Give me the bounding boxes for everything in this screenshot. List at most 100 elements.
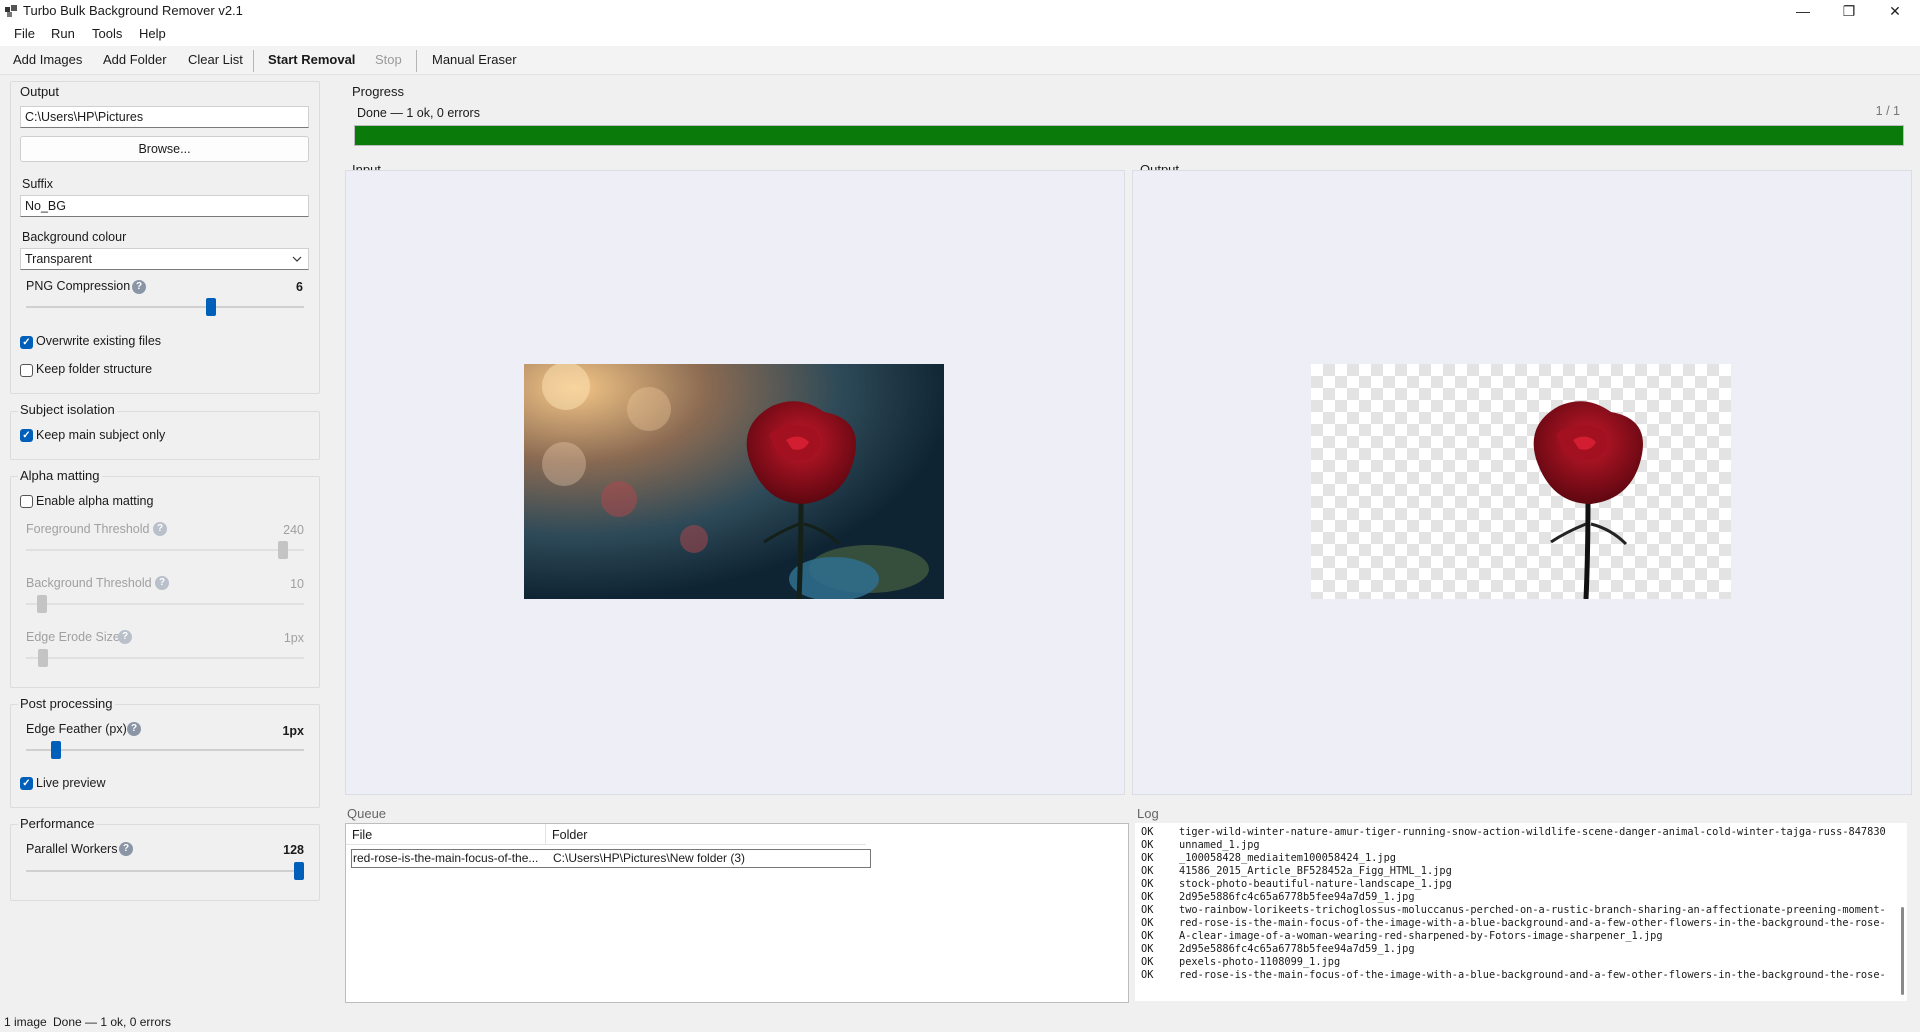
help-icon[interactable]: ? — [119, 842, 133, 856]
add-images-button[interactable]: Add Images — [13, 52, 82, 67]
log-entry-status: OK — [1141, 969, 1154, 981]
keep-main-subject-checkbox[interactable]: ✓ — [20, 429, 33, 442]
parallel-workers-slider[interactable] — [294, 862, 304, 880]
progress-label: Progress — [352, 84, 405, 99]
edge-erode-slider[interactable] — [38, 649, 48, 667]
alpha-matting-label: Alpha matting — [18, 468, 102, 483]
help-icon[interactable]: ? — [155, 576, 169, 590]
edge-erode-label: Edge Erode Size — [26, 630, 120, 644]
enable-alpha-label: Enable alpha matting — [36, 494, 154, 508]
log-entry-status: OK — [1141, 839, 1154, 851]
toolbar-separator — [416, 50, 417, 72]
help-icon[interactable]: ? — [153, 522, 167, 536]
log-entry-file: unnamed_1.jpg — [1179, 839, 1260, 851]
output-path-input[interactable]: C:\Users\HP\Pictures — [20, 106, 309, 128]
png-compression-slider[interactable] — [205, 298, 216, 316]
queue-column-folder[interactable]: Folder — [552, 828, 587, 842]
bg-colour-select[interactable]: Transparent — [20, 248, 309, 270]
table-row[interactable]: red-rose-is-the-main-focus-of-the... C:\… — [351, 849, 871, 868]
minimize-button[interactable]: — — [1780, 0, 1826, 22]
queue-header: File Folder — [346, 824, 866, 845]
edge-feather-track[interactable] — [26, 749, 304, 751]
help-icon[interactable]: ? — [132, 280, 146, 294]
close-button[interactable]: ✕ — [1872, 0, 1918, 22]
clear-list-button[interactable]: Clear List — [188, 52, 243, 67]
log-panel[interactable]: OK tiger-wild-winter-nature-amur-tiger-ru… — [1135, 823, 1907, 1001]
performance-label: Performance — [18, 816, 97, 831]
stop-button[interactable]: Stop — [375, 52, 402, 67]
log-entry: OK unnamed_1.jpg — [1141, 839, 1886, 852]
output-group-label: Output — [20, 84, 60, 99]
suffix-input[interactable]: No_BG — [20, 195, 309, 217]
menu-run[interactable]: Run — [51, 26, 75, 41]
input-image — [524, 364, 944, 599]
keep-folder-checkbox[interactable] — [20, 364, 33, 377]
log-entry-file: A-clear-image-of-a-woman-wearing-red-sha… — [1179, 930, 1663, 942]
parallel-workers-value: 128 — [283, 843, 304, 857]
edge-erode-value: 1px — [283, 631, 304, 645]
menu-file[interactable]: File — [14, 26, 35, 41]
close-icon: ✕ — [1889, 2, 1901, 19]
edge-erode-track[interactable] — [26, 657, 304, 659]
post-processing-label: Post processing — [18, 696, 115, 711]
overwrite-checkbox[interactable]: ✓ — [20, 336, 33, 349]
manual-eraser-button[interactable]: Manual Eraser — [432, 52, 517, 67]
output-image — [1533, 401, 1643, 599]
enable-alpha-checkbox[interactable] — [20, 495, 33, 508]
bg-threshold-slider[interactable] — [36, 595, 47, 613]
edge-feather-label: Edge Feather (px) — [26, 722, 127, 736]
log-entry: OK two-rainbow-lorikeets-trichoglossus-mo… — [1141, 904, 1886, 917]
bg-threshold-label: Background Threshold — [26, 576, 152, 590]
log-entry-status: OK — [1141, 956, 1154, 968]
chevron-down-icon — [292, 256, 302, 262]
start-removal-button[interactable]: Start Removal — [268, 52, 355, 67]
log-entry-status: OK — [1141, 930, 1154, 942]
progress-status: Done — 1 ok, 0 errors — [357, 106, 480, 120]
status-message: Done — 1 ok, 0 errors — [53, 1015, 172, 1029]
log-scrollbar[interactable] — [1901, 907, 1904, 995]
log-entry: OK red-rose-is-the-main-focus-of-the-imag… — [1141, 917, 1886, 930]
live-preview-checkbox[interactable]: ✓ — [20, 777, 33, 790]
edge-feather-slider[interactable] — [50, 741, 61, 759]
add-folder-button[interactable]: Add Folder — [103, 52, 167, 67]
queue-table[interactable]: File Folder red-rose-is-the-main-focus-o… — [345, 823, 1129, 1003]
log-entry: OK 41586_2015_Article_BF528452a_Figg_HTML… — [1141, 865, 1886, 878]
menu-help[interactable]: Help — [139, 26, 166, 41]
log-entry-status: OK — [1141, 852, 1154, 864]
fg-threshold-track[interactable] — [26, 549, 304, 551]
png-compression-track[interactable] — [26, 306, 304, 308]
help-icon[interactable]: ? — [118, 630, 132, 644]
subject-isolation-label: Subject isolation — [18, 402, 117, 417]
png-compression-value: 6 — [296, 280, 303, 294]
log-entry-status: OK — [1141, 878, 1154, 890]
queue-column-file[interactable]: File — [352, 828, 372, 842]
parallel-workers-track[interactable] — [26, 870, 304, 872]
bg-threshold-track[interactable] — [26, 603, 304, 605]
help-icon[interactable]: ? — [127, 722, 141, 736]
log-entry: OK red-rose-is-the-main-focus-of-the-imag… — [1141, 969, 1886, 982]
log-entry: OK pexels-photo-1108099_1.jpg — [1141, 956, 1886, 969]
edge-feather-value: 1px — [282, 724, 304, 738]
browse-button[interactable]: Browse... — [20, 136, 309, 162]
log-entry-status: OK — [1141, 826, 1154, 838]
fg-threshold-slider[interactable] — [277, 541, 288, 559]
bg-colour-value: Transparent — [25, 252, 92, 266]
log-entry: OK _100058428_mediaitem100058424_1.jpg — [1141, 852, 1886, 865]
performance-group — [10, 824, 320, 901]
log-entry: OK 2d95e5886fc4c65a6778b5fee94a7d59_1.jpg — [1141, 943, 1886, 956]
log-entry: OK A-clear-image-of-a-woman-wearing-red-s… — [1141, 930, 1886, 943]
title-bar — [0, 0, 1920, 22]
progress-count: 1 / 1 — [1875, 104, 1900, 118]
log-entry-file: tiger-wild-winter-nature-amur-tiger-runn… — [1179, 826, 1886, 838]
log-entry-status: OK — [1141, 891, 1154, 903]
log-entry-status: OK — [1141, 865, 1154, 877]
bg-threshold-value: 10 — [290, 577, 304, 591]
live-preview-label: Live preview — [36, 776, 106, 790]
queue-cell-folder: C:\Users\HP\Pictures\New folder (3) — [553, 851, 746, 865]
maximize-button[interactable]: ❐ — [1826, 0, 1872, 22]
log-entry: OK 2d95e5886fc4c65a6778b5fee94a7d59_1.jpg — [1141, 891, 1886, 904]
log-entry-file: two-rainbow-lorikeets-trichoglossus-molu… — [1179, 904, 1886, 916]
progress-fill — [355, 126, 1903, 145]
minimize-icon: — — [1796, 3, 1810, 19]
menu-tools[interactable]: Tools — [92, 26, 122, 41]
